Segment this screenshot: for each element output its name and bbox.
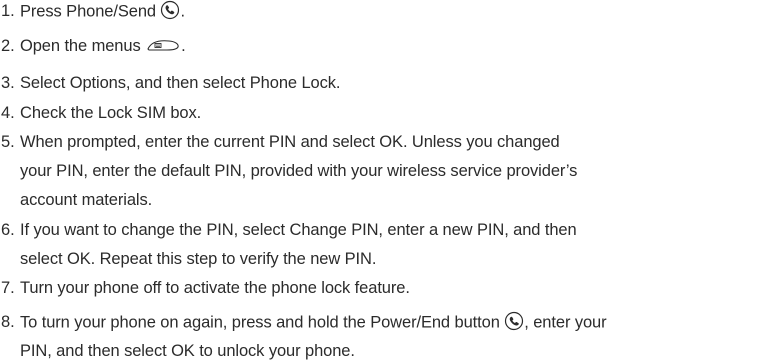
- step-number: 8.: [1, 313, 15, 331]
- step-number: 4.: [1, 104, 15, 122]
- phone-send-icon: [160, 0, 180, 20]
- power-end-icon: [504, 311, 524, 331]
- step-text: PIN, and then select OK to unlock your p…: [20, 342, 355, 360]
- step-text: Turn your phone off to activate the phon…: [20, 279, 410, 297]
- step-text: To turn your phone on again, press and h…: [20, 311, 607, 333]
- step-number: 2.: [1, 37, 15, 55]
- step-number: 5.: [1, 133, 15, 151]
- step-text: Check the Lock SIM box.: [20, 104, 202, 122]
- step-text: Open the menus .: [20, 36, 186, 55]
- step-number: 3.: [1, 74, 15, 92]
- step-text: Select Options, and then select Phone Lo…: [20, 74, 341, 92]
- step-text: When prompted, enter the current PIN and…: [20, 133, 560, 151]
- step-text: account materials.: [20, 191, 153, 209]
- step-text: your PIN, enter the default PIN, provide…: [20, 162, 578, 180]
- step-text: Press Phone/Send .: [20, 0, 185, 22]
- step-number: 7.: [1, 279, 15, 297]
- step-number: 6.: [1, 221, 15, 239]
- step-number: 1.: [1, 2, 15, 20]
- step-text: select OK. Repeat this step to verify th…: [20, 250, 377, 268]
- menu-icon: [145, 36, 181, 54]
- step-text: If you want to change the PIN, select Ch…: [20, 221, 577, 239]
